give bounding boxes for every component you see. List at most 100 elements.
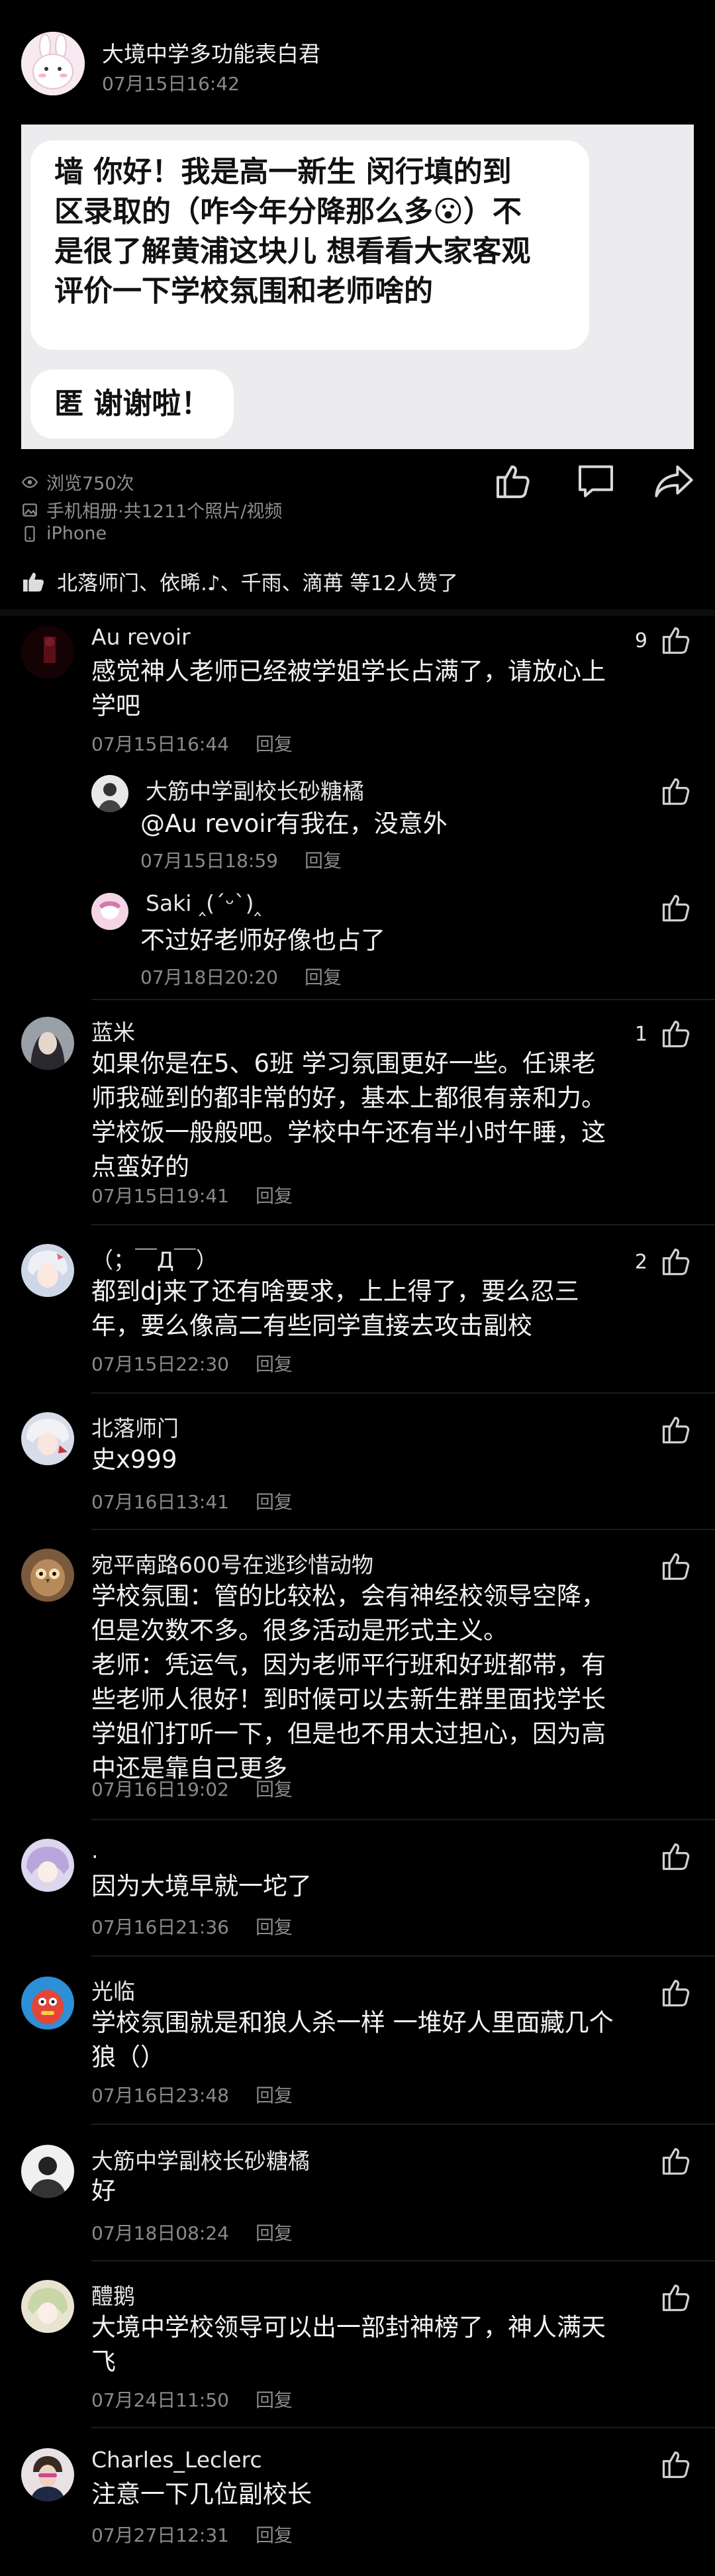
- reply-meta: 07月15日18:59 回复: [140, 847, 342, 873]
- comment-avatar[interactable]: [21, 626, 74, 679]
- comment-like-button[interactable]: [659, 1975, 694, 2010]
- reply-like-button[interactable]: [659, 774, 694, 808]
- post-image[interactable]: 墙 你好！我是高一新生 闵行填的到 区录取的（咋今年分降那么多😮）不 是很了解黄…: [21, 125, 694, 449]
- comment-author[interactable]: 北落师门: [91, 1411, 179, 1443]
- view-count: 浏览750次: [21, 469, 134, 495]
- comment-like-button[interactable]: [659, 2447, 694, 2481]
- album-info[interactable]: 手机相册·共1211个照片/视频: [21, 497, 282, 523]
- reply-button[interactable]: 回复: [305, 850, 342, 872]
- comment-like-button[interactable]: [659, 2143, 694, 2178]
- comment-author[interactable]: Au revoir: [91, 624, 191, 650]
- thumbs-up-icon: [23, 572, 44, 592]
- thumbs-up-icon: [662, 1249, 690, 1276]
- dark-red-avatar-icon: [21, 626, 74, 679]
- comment-text: 好: [91, 2174, 116, 2208]
- comment-avatar[interactable]: [21, 2145, 74, 2198]
- reply-avatar[interactable]: [91, 775, 128, 812]
- comment-author[interactable]: 大筋中学副校长砂糖橘: [91, 2143, 310, 2175]
- like-post-button[interactable]: [493, 460, 535, 502]
- reply-author[interactable]: Saki ‸(ˊᵕˋ)‸: [146, 890, 262, 916]
- comment-like-button[interactable]: [659, 1412, 694, 1447]
- section-divider: [0, 609, 715, 616]
- comment-author[interactable]: 醴鹅: [91, 2279, 135, 2310]
- thumbs-up-icon: [662, 2148, 690, 2175]
- comment-author[interactable]: 宛平南路600号在逃珍惜动物: [91, 1547, 373, 1579]
- thumbs-up-icon: [662, 2285, 690, 2312]
- reply-avatar[interactable]: [91, 893, 128, 930]
- reply-button[interactable]: 回复: [305, 966, 342, 988]
- comment-line: 好: [91, 2177, 116, 2205]
- reply-button[interactable]: 回复: [256, 2222, 293, 2244]
- comment-text: 大境中学校领导可以出一部封神榜了，神人满天 飞: [91, 2310, 606, 2379]
- thumbs-up-icon: [662, 1021, 690, 1048]
- like-count: 9: [634, 629, 647, 652]
- comment-meta: 07月15日19:41 回复: [91, 1182, 293, 1208]
- comment-text: 如果你是在5、6班 学习氛围更好一些。任课老 师我碰到的都非常的好，基本上都很有…: [91, 1047, 606, 1184]
- comment-avatar[interactable]: [21, 1839, 74, 1892]
- comment-avatar[interactable]: [21, 1549, 74, 1602]
- reply-button[interactable]: 回复: [256, 733, 293, 755]
- comment-author[interactable]: 光临: [91, 1974, 135, 2006]
- comment-like-button[interactable]: [659, 1244, 694, 1278]
- anime-avatar-icon: [21, 2280, 74, 2333]
- comment-avatar[interactable]: [21, 1412, 74, 1465]
- comment-line: 学校饭一般般吧。学校中午还有半小时午睡，这: [91, 1118, 606, 1147]
- comment-author[interactable]: Charles_Leclerc: [91, 2447, 262, 2473]
- reply-author[interactable]: 大筋中学副校长砂糖橘: [146, 774, 364, 805]
- reply-button[interactable]: 回复: [256, 1778, 293, 1800]
- comment-line: 因为大境早就一坨了: [91, 1872, 312, 1900]
- comment-time: 07月15日19:41: [91, 1185, 229, 1207]
- likes-summary[interactable]: 北落师门、依晞.♪、千雨、滴苒 等12人赞了: [21, 566, 458, 596]
- reply-time: 07月18日20:20: [140, 966, 278, 988]
- comment-meta: 07月16日23:48 回复: [91, 2081, 293, 2108]
- reply-button[interactable]: 回复: [256, 2389, 293, 2411]
- comment-meta: 07月16日13:41 回复: [91, 1488, 293, 1514]
- comment-line: 学吧: [91, 692, 140, 720]
- reply-button[interactable]: 回复: [256, 1491, 293, 1513]
- comment-avatar[interactable]: [21, 1244, 74, 1297]
- thumbs-up-icon: [662, 627, 690, 654]
- thumbs-up-icon: [662, 1553, 690, 1580]
- comment-author[interactable]: 蓝米: [91, 1015, 135, 1047]
- comment-line: 老师：凭运气，因为老师平行班和好班都带，有: [91, 1651, 606, 1679]
- owl-avatar-icon: [21, 1549, 74, 1602]
- share-icon: [655, 465, 693, 497]
- comment-avatar[interactable]: [21, 1977, 74, 2030]
- poster-name[interactable]: 大境中学多功能表白君: [102, 36, 320, 68]
- reply-button[interactable]: 回复: [256, 2085, 293, 2106]
- comment-time: 07月16日23:48: [91, 2085, 229, 2106]
- thumbs-up-icon: [497, 465, 530, 498]
- reply-button[interactable]: 回复: [256, 2524, 293, 2546]
- comment-text: 学校氛围就是和狼人杀一样 一堆好人里面藏几个 狼（）: [91, 2006, 614, 2075]
- thumbs-up-icon: [662, 1843, 690, 1871]
- bubble-line: 评价一下学校氛围和老师啥的: [54, 274, 433, 308]
- comment-like-button[interactable]: [659, 623, 694, 657]
- comment-divider: [91, 2260, 715, 2261]
- comment-avatar[interactable]: [21, 2448, 74, 2501]
- comment-line: 都到dj来了还有啥要求，上上得了，要么忍三: [91, 1277, 579, 1306]
- comment-avatar[interactable]: [21, 1017, 74, 1070]
- comment-post-button[interactable]: [575, 460, 617, 502]
- like-count: 1: [634, 1023, 647, 1046]
- reply-button[interactable]: 回复: [256, 1353, 293, 1375]
- comment-author[interactable]: （；￣Д￣）: [91, 1243, 218, 1274]
- comment-meta: 07月27日12:31 回复: [91, 2521, 293, 2548]
- reply-button[interactable]: 回复: [256, 1916, 293, 1938]
- comment-like-button[interactable]: [659, 1549, 694, 1583]
- comment-like-button[interactable]: [659, 1839, 694, 1873]
- comment-time: 07月16日21:36: [91, 1916, 229, 1938]
- comment-avatar[interactable]: [21, 2280, 74, 2333]
- comment-author[interactable]: .: [91, 1837, 99, 1863]
- comment-divider: [91, 1955, 715, 1957]
- comment-like-button[interactable]: [659, 2280, 694, 2314]
- comment-meta: 07月16日19:02 回复: [91, 1775, 293, 1802]
- comment-divider: [91, 1529, 715, 1530]
- reply-button[interactable]: 回复: [256, 1185, 293, 1207]
- comment-time: 07月16日13:41: [91, 1491, 229, 1513]
- comment-meta: 07月15日16:44 回复: [91, 730, 293, 756]
- comment-line: 点蛮好的: [91, 1153, 189, 1181]
- comment-like-button[interactable]: [659, 1016, 694, 1051]
- reply-like-button[interactable]: [659, 890, 694, 925]
- poster-avatar[interactable]: [21, 32, 85, 95]
- share-post-button[interactable]: [653, 460, 695, 502]
